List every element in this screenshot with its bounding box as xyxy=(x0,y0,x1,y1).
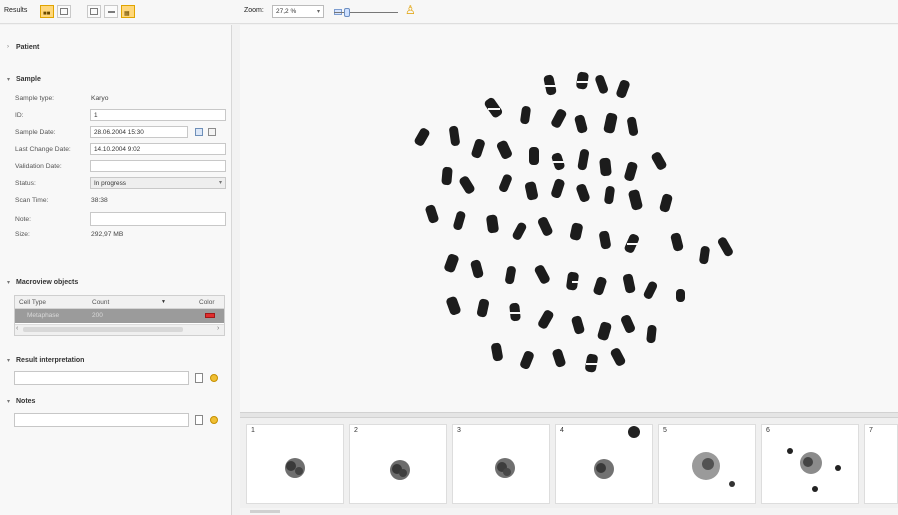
chevron-down-icon: ▾ xyxy=(218,180,222,186)
grid-view-button[interactable]: ■■ xyxy=(40,5,54,18)
metaphase-thumbnail xyxy=(692,452,735,487)
single-view-icon xyxy=(60,8,68,15)
sample-type-label: Sample type: xyxy=(15,95,55,102)
thumbnail-strip-button[interactable]: ▦ xyxy=(121,5,135,18)
scan-time-label: Scan Time: xyxy=(15,197,49,204)
sample-type-value: Karyo xyxy=(91,95,109,102)
collapse-icon[interactable]: ▾ xyxy=(7,357,10,364)
document-button[interactable] xyxy=(87,5,101,18)
calendar-icon[interactable] xyxy=(195,128,203,136)
chromosome-metaphase-image xyxy=(240,25,898,416)
column-header-cell-type[interactable]: Cell Type xyxy=(19,299,46,306)
metaphase-thumbnail xyxy=(390,460,410,480)
color-swatch xyxy=(205,313,215,318)
validation-date-label: Validation Date: xyxy=(15,163,62,170)
sample-date-value: 28.06.2004 15:30 xyxy=(94,129,144,136)
id-label: ID: xyxy=(15,112,24,119)
scroll-thumb[interactable] xyxy=(250,510,280,513)
document-icon[interactable] xyxy=(195,373,203,383)
scroll-left-icon[interactable]: ‹ xyxy=(16,325,18,332)
scroll-thumb[interactable] xyxy=(23,327,183,332)
column-header-color[interactable]: Color xyxy=(199,299,215,306)
document-icon[interactable] xyxy=(195,415,203,425)
slider-thumb[interactable] xyxy=(344,8,350,17)
collapse-icon[interactable]: ▾ xyxy=(7,398,10,405)
thumbnail-strip-icon: ▦ xyxy=(124,11,130,17)
expand-icon[interactable]: › xyxy=(7,44,9,50)
zoom-select[interactable]: 27,2 % ▾ xyxy=(272,5,324,18)
star-icon[interactable] xyxy=(210,416,218,424)
thumbnail-item[interactable]: 7 xyxy=(864,424,898,504)
thumbnail-item[interactable]: 5 xyxy=(658,424,756,504)
status-value: In progress xyxy=(94,180,126,187)
scroll-right-icon[interactable]: › xyxy=(217,325,219,332)
scan-time-value: 38:38 xyxy=(91,197,108,204)
results-label: Results xyxy=(4,7,28,14)
remove-button[interactable] xyxy=(104,5,118,18)
macroview-section-title[interactable]: Macroview objects xyxy=(16,279,78,286)
note-field[interactable] xyxy=(90,212,226,226)
last-change-date-field[interactable]: 14.10.2004 9:02 xyxy=(90,143,226,155)
minus-icon xyxy=(108,11,115,13)
thumbnail-number: 7 xyxy=(869,427,873,434)
sample-date-label: Sample Date: xyxy=(15,129,56,136)
zoom-slider[interactable] xyxy=(334,6,398,18)
star-icon[interactable] xyxy=(210,374,218,382)
left-panel: › Patient ▾ Sample Sample type: Karyo ID… xyxy=(0,25,232,515)
status-select[interactable]: In progress ▾ xyxy=(90,177,226,189)
zoom-value: 27,2 % xyxy=(276,8,297,15)
validation-date-field[interactable] xyxy=(90,160,226,172)
size-value: 292,97 MB xyxy=(91,231,124,238)
macroview-table: Cell Type Count ▼ Color Metaphase 200 ‹ … xyxy=(14,295,225,336)
sample-date-field[interactable]: 28.06.2004 15:30 xyxy=(90,126,188,138)
thumbnail-item[interactable]: 2 xyxy=(349,424,447,504)
table-header: Cell Type Count ▼ Color xyxy=(15,296,224,309)
thumbnail-strip: 1 2 3 4 5 6 7 xyxy=(240,418,898,515)
column-header-count[interactable]: Count xyxy=(92,299,109,306)
notes-section-title[interactable]: Notes xyxy=(16,398,35,405)
result-section-title[interactable]: Result interpretation xyxy=(16,357,84,364)
thumbnail-item[interactable]: 4 xyxy=(555,424,653,504)
thumbnail-item[interactable]: 6 xyxy=(761,424,859,504)
cell-type-value: Metaphase xyxy=(27,312,60,319)
metaphase-thumbnail xyxy=(495,458,515,478)
last-change-date-label: Last Change Date: xyxy=(15,146,71,153)
table-row[interactable]: Metaphase 200 xyxy=(15,309,224,323)
grid-view-icon: ■■ xyxy=(43,11,51,17)
metaphase-thumbnail xyxy=(594,426,640,479)
pin-icon[interactable]: ♙ xyxy=(405,4,416,16)
notes-input[interactable] xyxy=(14,413,189,427)
metaphase-thumbnail xyxy=(285,458,305,478)
sort-desc-icon[interactable]: ▼ xyxy=(161,299,166,305)
last-change-date-value: 14.10.2004 9:02 xyxy=(94,146,141,153)
collapse-icon[interactable]: ▾ xyxy=(7,76,10,83)
toolbar: Results ■■ ▦ Zoom: 27,2 % ▾ ♙ xyxy=(0,0,898,24)
metaphase-thumbnail xyxy=(787,448,841,492)
patient-section-title[interactable]: Patient xyxy=(16,44,39,51)
id-value: 1 xyxy=(94,112,98,119)
thumbnail-scrollbar[interactable] xyxy=(240,508,898,515)
chevron-down-icon: ▾ xyxy=(316,9,320,15)
thumbnail-item[interactable]: 1 xyxy=(246,424,344,504)
sample-section-title[interactable]: Sample xyxy=(16,76,41,83)
horizontal-scrollbar[interactable]: ‹ › xyxy=(15,324,224,335)
id-field[interactable]: 1 xyxy=(90,109,226,121)
document-icon xyxy=(90,8,98,15)
note-label: Note: xyxy=(15,216,31,223)
count-value: 200 xyxy=(92,312,103,319)
clear-icon[interactable] xyxy=(208,128,216,136)
result-interpretation-input[interactable] xyxy=(14,371,189,385)
single-view-button[interactable] xyxy=(57,5,71,18)
collapse-icon[interactable]: ▾ xyxy=(7,279,10,286)
zoom-label: Zoom: xyxy=(244,7,264,14)
karyotype-view[interactable] xyxy=(240,25,898,416)
thumbnail-item[interactable]: 3 xyxy=(452,424,550,504)
status-label: Status: xyxy=(15,180,36,187)
size-label: Size: xyxy=(15,231,30,238)
